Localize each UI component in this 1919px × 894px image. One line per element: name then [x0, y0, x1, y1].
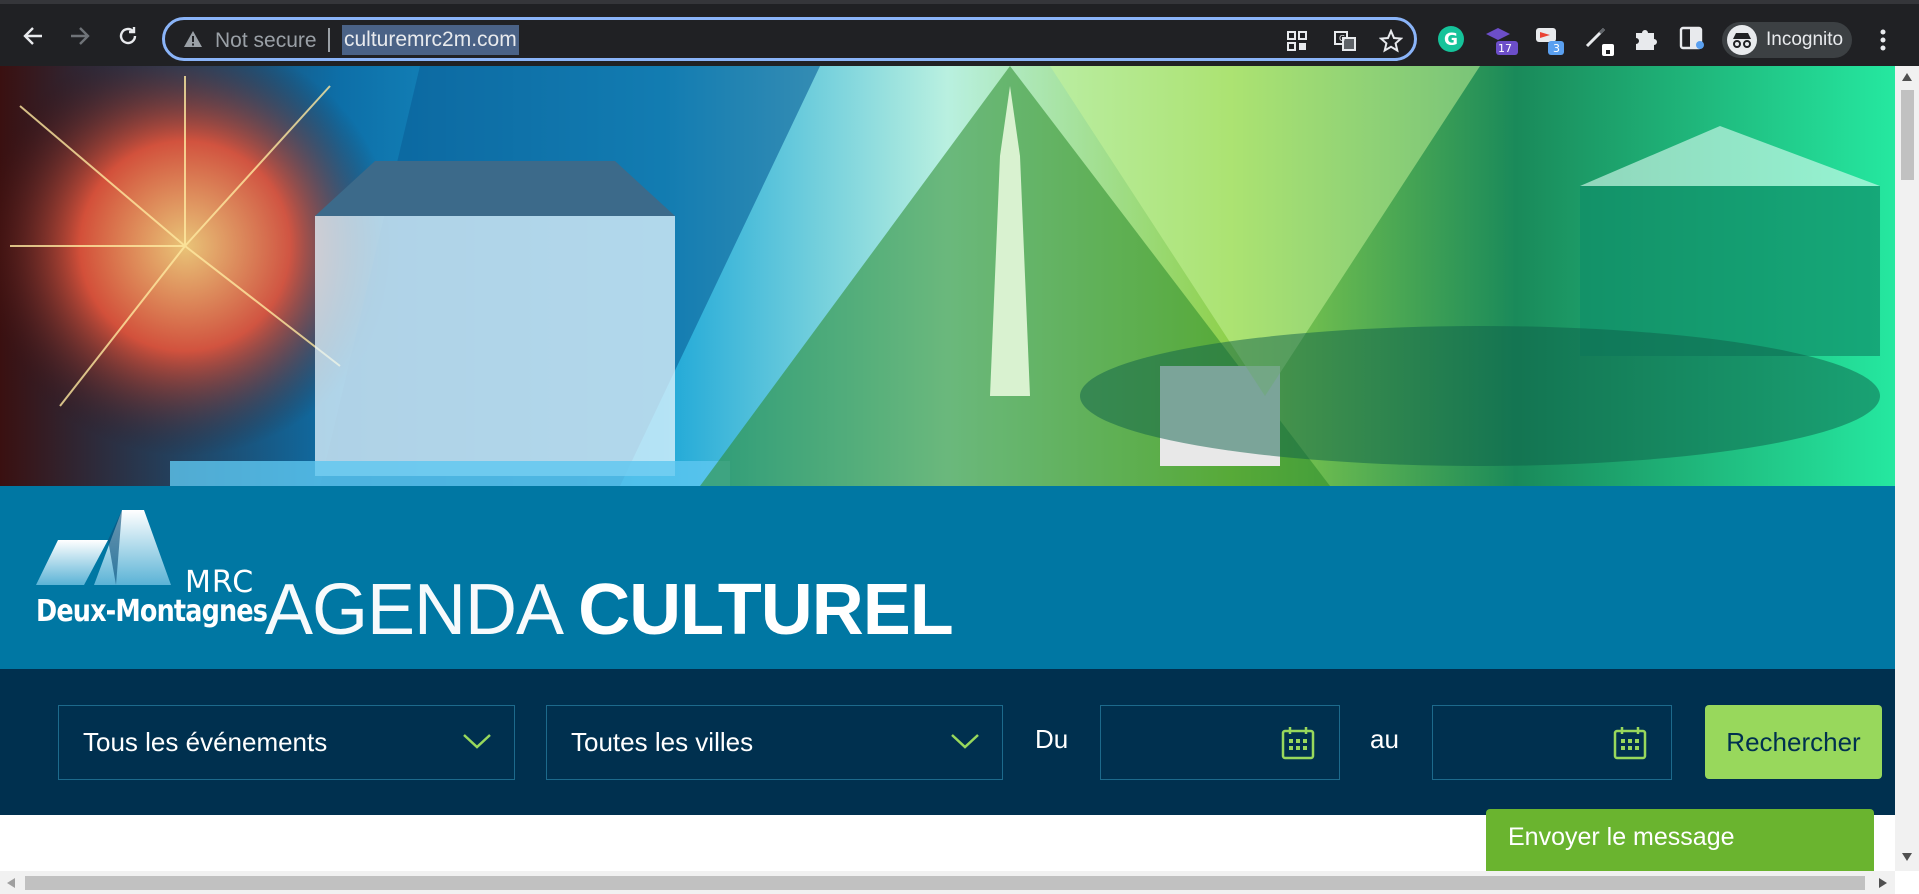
scroll-down-icon[interactable] [1901, 852, 1913, 862]
svg-text:G: G [1444, 30, 1458, 50]
extension-badge: 17 [1498, 42, 1512, 55]
url-text[interactable]: culturemrc2m.com [342, 25, 519, 55]
scroll-right-icon[interactable] [1878, 877, 1888, 889]
svg-text:G: G [1339, 34, 1345, 43]
scroll-left-icon[interactable] [6, 877, 16, 889]
back-button[interactable] [17, 20, 49, 52]
back-arrow-icon [23, 27, 42, 45]
to-date-input[interactable] [1432, 705, 1672, 780]
title-culturel: CULTUREL [578, 570, 954, 650]
calendar-icon[interactable] [1613, 726, 1647, 760]
browser-toolbar: Not secure culturemrc2m.com G G 17 3 Inc… [0, 0, 1919, 66]
qr-code-icon[interactable] [1285, 29, 1309, 53]
extension-badge: 3 [1553, 42, 1560, 55]
vertical-scroll-thumb[interactable] [1901, 90, 1914, 180]
incognito-profile-button[interactable]: Incognito [1722, 22, 1852, 58]
chevron-down-icon [463, 734, 491, 749]
chevron-down-icon [951, 734, 979, 749]
from-date-label: Du [1035, 724, 1069, 754]
vertical-scrollbar[interactable] [1895, 66, 1919, 871]
title-agenda: AGENDA [265, 570, 560, 650]
from-date-input[interactable] [1100, 705, 1340, 780]
pen-extension-icon[interactable] [1584, 24, 1614, 56]
cities-select[interactable]: Toutes les villes [546, 705, 1003, 780]
hero-banner-image [0, 66, 1895, 486]
translate-icon[interactable]: G [1333, 29, 1357, 53]
cities-select-value: Toutes les villes [571, 727, 754, 757]
mortarboard-extension-icon[interactable]: 17 [1484, 24, 1518, 55]
send-message-button[interactable]: Envoyer le message [1486, 809, 1874, 871]
reload-icon [119, 27, 137, 45]
grammarly-icon[interactable]: G [1436, 24, 1466, 54]
incognito-label: Incognito [1766, 29, 1844, 50]
events-select-value: Tous les événements [83, 727, 328, 757]
forward-arrow-icon [71, 27, 90, 45]
site-header: MRC Deux-Montagnes AGENDA CULTUREL [0, 486, 1895, 669]
cast-extension-icon[interactable]: 3 [1534, 24, 1564, 55]
horizontal-scroll-thumb[interactable] [25, 876, 1865, 890]
reading-list-icon[interactable] [1678, 24, 1708, 54]
forward-button[interactable] [64, 20, 96, 52]
mrc-logo-icon[interactable] [36, 510, 171, 590]
events-select[interactable]: Tous les événements [58, 705, 515, 780]
reload-button[interactable] [112, 20, 144, 52]
puzzle-icon[interactable] [1632, 24, 1662, 54]
calendar-icon[interactable] [1281, 726, 1315, 760]
scroll-up-icon[interactable] [1901, 72, 1913, 82]
bookmark-star-icon[interactable] [1379, 29, 1403, 53]
logo-deux-montagnes-text: Deux-Montagnes [36, 594, 268, 629]
page-viewport: MRC Deux-Montagnes AGENDA CULTUREL Tous … [0, 66, 1895, 871]
event-search-form: Tous les événements Toutes les villes Du… [0, 669, 1895, 815]
search-button[interactable]: Rechercher [1705, 705, 1882, 779]
browser-menu-icon[interactable] [1878, 28, 1888, 52]
horizontal-scrollbar[interactable] [0, 871, 1895, 894]
omnibox-divider [328, 28, 330, 52]
security-status-label[interactable]: Not secure [215, 29, 317, 53]
incognito-icon [1727, 25, 1757, 55]
address-bar[interactable]: Not secure culturemrc2m.com G [162, 17, 1417, 61]
warning-icon [184, 31, 202, 47]
to-date-label: au [1370, 724, 1399, 754]
page-title: AGENDA CULTUREL [265, 570, 954, 650]
